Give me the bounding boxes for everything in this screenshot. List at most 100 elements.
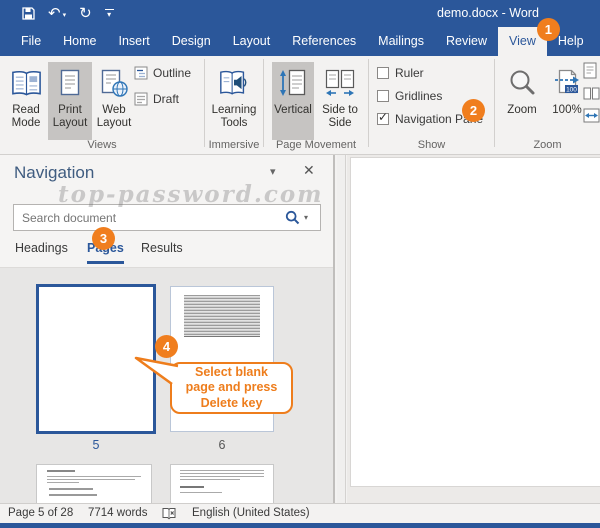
- callout-bubble: Select blank page and press Delete key: [170, 362, 293, 414]
- document-area: [347, 155, 600, 503]
- multiple-pages-icon: [583, 87, 600, 100]
- search-dropdown-icon[interactable]: ▾: [304, 213, 320, 222]
- tab-view-label: View: [509, 34, 536, 48]
- multiple-pages-button[interactable]: [583, 87, 600, 100]
- side-to-side-label: Side to Side: [316, 104, 364, 130]
- tab-home[interactable]: Home: [52, 27, 107, 56]
- quick-access-toolbar: ↶▾ ↻ ▾: [22, 0, 114, 27]
- redo-button[interactable]: ↻: [79, 6, 92, 21]
- ruler-checkbox-box: [377, 67, 389, 79]
- proofing-errors-button[interactable]: [162, 507, 176, 520]
- web-layout-label: Web Layout: [92, 104, 136, 130]
- zoom-100-label: 100%: [552, 104, 581, 117]
- ruler-label: Ruler: [395, 66, 424, 80]
- nav-tab-results[interactable]: Results: [141, 241, 183, 261]
- page-6-content: [184, 295, 260, 337]
- ribbon-group-views: Read Mode Print Layout: [0, 56, 204, 154]
- callout-line-2: page and press: [186, 380, 278, 396]
- learning-tools-button[interactable]: Learning Tools: [209, 62, 259, 140]
- svg-text:100: 100: [566, 87, 577, 94]
- word-window: ↶▾ ↻ ▾ demo.docx - Word File Home Insert…: [0, 0, 600, 528]
- tab-file[interactable]: File: [10, 27, 52, 56]
- nav-tab-headings[interactable]: Headings: [15, 241, 68, 261]
- pane-close-icon[interactable]: ✕: [303, 162, 315, 179]
- save-icon: [22, 7, 35, 20]
- language-indicator[interactable]: English (United States): [192, 504, 310, 523]
- read-mode-label: Read Mode: [4, 104, 48, 130]
- tab-view[interactable]: View 1: [498, 27, 547, 56]
- immersive-group-label: Immersive: [205, 139, 263, 151]
- customize-qat-button[interactable]: ▾: [105, 9, 114, 19]
- undo-dropdown-icon: ▾: [63, 12, 67, 19]
- zoom-100-icon: 100: [552, 65, 582, 101]
- print-layout-label: Print Layout: [48, 104, 92, 130]
- tab-mailings[interactable]: Mailings: [367, 27, 435, 56]
- outline-label: Outline: [153, 66, 191, 80]
- vertical-icon: [279, 65, 307, 101]
- gridlines-checkbox[interactable]: Gridlines: [377, 89, 442, 103]
- vertical-button[interactable]: Vertical: [272, 62, 314, 140]
- callout-line-3: Delete key: [201, 396, 263, 412]
- callout-line-1: Select blank: [195, 365, 268, 381]
- search-box: ▾: [13, 204, 321, 231]
- tab-insert[interactable]: Insert: [108, 27, 161, 56]
- page-thumbnails-area: 5 6 4 Select blank page and press Delete…: [0, 267, 335, 503]
- navigation-pane: Navigation ▾ ✕ top-password.com ▾ Headin…: [0, 155, 335, 503]
- outline-button[interactable]: Outline: [134, 66, 191, 80]
- page-8-thumbnail[interactable]: [170, 464, 274, 503]
- navigation-tabs: Headings Pages Results: [0, 241, 335, 268]
- learning-tools-icon: [218, 65, 250, 101]
- page-width-button[interactable]: [583, 108, 600, 123]
- tab-design[interactable]: Design: [161, 27, 222, 56]
- step-badge-3: 3: [92, 227, 115, 250]
- document-page[interactable]: [350, 157, 600, 487]
- zoom-label: Zoom: [507, 104, 536, 117]
- title-bar: ↶▾ ↻ ▾ demo.docx - Word: [0, 0, 600, 27]
- step-badge-1: 1: [537, 18, 560, 41]
- navigation-pane-checkbox-box: ✓: [377, 113, 389, 125]
- tab-references[interactable]: References: [281, 27, 367, 56]
- page-indicator[interactable]: Page 5 of 28: [8, 504, 73, 523]
- customize-qat-icon: [105, 9, 114, 10]
- redo-icon: ↻: [79, 6, 92, 21]
- print-layout-icon: [57, 65, 83, 101]
- page-width-icon: [583, 108, 600, 123]
- ribbon-tab-row: File Home Insert Design Layout Reference…: [0, 27, 600, 56]
- draft-button[interactable]: Draft: [134, 92, 179, 106]
- navigation-pane-title: Navigation: [14, 163, 94, 183]
- search-button[interactable]: [280, 210, 304, 225]
- learning-tools-label: Learning Tools: [209, 104, 259, 130]
- pane-resize-divider[interactable]: [337, 155, 346, 503]
- outline-icon: [134, 66, 148, 80]
- tab-layout[interactable]: Layout: [222, 27, 282, 56]
- page-6-number: 6: [170, 438, 274, 452]
- undo-button[interactable]: ↶▾: [48, 6, 66, 21]
- pane-options-chevron-icon[interactable]: ▾: [270, 165, 276, 178]
- one-page-button[interactable]: [583, 62, 600, 79]
- page-7-thumbnail[interactable]: [36, 464, 152, 503]
- search-input[interactable]: [14, 211, 280, 225]
- vertical-label: Vertical: [274, 104, 312, 117]
- views-group-label: Views: [0, 139, 204, 151]
- one-page-icon: [583, 62, 598, 79]
- status-bar: Page 5 of 28 7714 words English (United …: [0, 503, 600, 523]
- zoom-group-label: Zoom: [495, 139, 600, 151]
- word-count[interactable]: 7714 words: [88, 504, 147, 523]
- web-layout-button[interactable]: Web Layout: [92, 62, 136, 140]
- draft-label: Draft: [153, 92, 179, 106]
- save-button[interactable]: [22, 7, 35, 20]
- window-title: demo.docx - Word: [437, 6, 539, 20]
- gridlines-checkbox-box: [377, 90, 389, 102]
- tab-review[interactable]: Review: [435, 27, 498, 56]
- ribbon-group-zoom: Zoom 100 100%: [495, 56, 600, 154]
- read-mode-button[interactable]: Read Mode: [4, 62, 48, 140]
- side-to-side-button[interactable]: Side to Side: [316, 62, 364, 140]
- main-area: Navigation ▾ ✕ top-password.com ▾ Headin…: [0, 155, 600, 503]
- step-badge-4: 4: [155, 335, 178, 358]
- zoom-button[interactable]: Zoom: [501, 62, 543, 140]
- gridlines-label: Gridlines: [395, 89, 442, 103]
- step-badge-2: 2: [462, 99, 485, 122]
- side-to-side-icon: [323, 65, 357, 101]
- print-layout-button[interactable]: Print Layout: [48, 62, 92, 140]
- ruler-checkbox[interactable]: Ruler: [377, 66, 424, 80]
